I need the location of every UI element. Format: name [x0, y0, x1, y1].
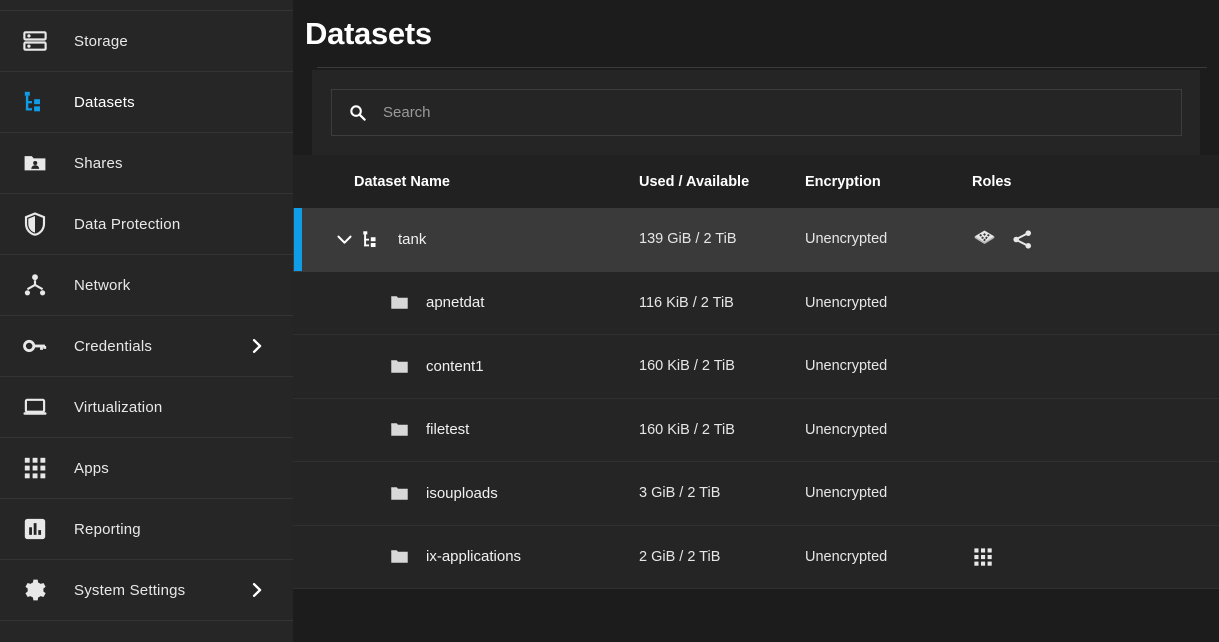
sidebar-item-label: System Settings — [74, 581, 186, 599]
cell-encryption: Unencrypted — [805, 485, 888, 502]
apps-grid-icon[interactable] — [972, 546, 994, 568]
truenas-datasets-page: Storage Datasets Shares Data Protection Netw… — [0, 0, 1219, 642]
sidebar-item-system-settings[interactable]: System Settings — [0, 560, 293, 621]
cell-used-available: 116 KiB / 2 TiB — [639, 294, 734, 311]
dataset-diamond-icon[interactable] — [972, 227, 997, 252]
table-header-row: Dataset Name Used / Available Encryption… — [293, 155, 1219, 208]
table-row[interactable]: tank 139 GiB / 2 TiB Unencrypted — [293, 208, 1219, 272]
folder-icon — [389, 292, 415, 313]
dataset-name-label: apnetdat — [426, 294, 485, 312]
reporting-chart-icon — [18, 516, 52, 542]
sidebar-item-network[interactable]: Network — [0, 255, 293, 316]
table-body: tank 139 GiB / 2 TiB Unencrypted apnetdat 11… — [293, 208, 1219, 589]
share-icon[interactable] — [1011, 228, 1034, 251]
datasets-table: Dataset Name Used / Available Encryption… — [293, 155, 1219, 589]
search-box[interactable] — [331, 89, 1182, 136]
sidebar-item-data-protection[interactable]: Data Protection — [0, 194, 293, 255]
cell-dataset-name: apnetdat — [301, 292, 639, 313]
table-row[interactable]: content1 160 KiB / 2 TiB Unencrypted — [293, 335, 1219, 399]
dataset-name-label: tank — [398, 230, 427, 248]
sidebar-item-label: Shares — [74, 154, 123, 172]
dataset-name-label: content1 — [426, 357, 484, 375]
sidebar-item-label: Reporting — [74, 520, 141, 538]
sidebar-item-shares[interactable]: Shares — [0, 133, 293, 194]
cell-used-available: 2 GiB / 2 TiB — [639, 548, 721, 565]
dataset-name-label: isouploads — [426, 484, 498, 502]
cell-roles — [972, 546, 1112, 568]
chevron-down-icon[interactable] — [327, 230, 361, 249]
column-header-encryption[interactable]: Encryption — [805, 174, 972, 190]
cell-dataset-name: ix-applications — [301, 546, 639, 567]
column-header-dataset-name[interactable]: Dataset Name — [301, 174, 639, 190]
folder-icon — [389, 546, 415, 567]
cell-used-available: 139 GiB / 2 TiB — [639, 231, 737, 248]
folder-icon — [389, 356, 415, 377]
page-header: Datasets — [293, 0, 1219, 70]
chevron-right-icon[interactable] — [248, 582, 265, 599]
cell-encryption: Unencrypted — [805, 294, 888, 311]
shield-icon — [18, 211, 52, 237]
cell-encryption: Unencrypted — [805, 548, 888, 565]
sidebar-item-label: Data Protection — [74, 215, 181, 233]
table-row[interactable]: ix-applications 2 GiB / 2 TiB Unencrypted — [293, 525, 1219, 589]
gear-icon — [18, 577, 52, 603]
folder-icon — [389, 419, 415, 440]
sidebar-item-label: Network — [74, 276, 131, 294]
cell-used-available: 160 KiB / 2 TiB — [639, 358, 735, 375]
main-content: Datasets Dataset Name Used — [293, 0, 1219, 642]
sidebar-item-apps[interactable]: Apps — [0, 438, 293, 499]
sidebar-item-label: Apps — [74, 459, 109, 477]
header-divider — [317, 67, 1207, 68]
sidebar-item-credentials[interactable]: Credentials — [0, 316, 293, 377]
page-title: Datasets — [305, 16, 432, 51]
sidebar-item-label: Storage — [74, 32, 128, 50]
table-row[interactable]: filetest 160 KiB / 2 TiB Unencrypted — [293, 398, 1219, 462]
cell-used-available: 3 GiB / 2 TiB — [639, 485, 721, 502]
chevron-right-icon[interactable] — [248, 338, 265, 355]
sidebar-item-storage[interactable]: Storage — [0, 11, 293, 72]
dataset-name-label: filetest — [426, 421, 470, 439]
column-header-roles[interactable]: Roles — [972, 174, 1112, 190]
sidebar-item-label: Credentials — [74, 337, 153, 355]
folder-icon — [389, 483, 415, 504]
search-icon — [348, 103, 367, 122]
sidebar-top-divider — [0, 0, 293, 11]
table-row[interactable]: isouploads 3 GiB / 2 TiB Unencrypted — [293, 462, 1219, 526]
dataset-name-label: ix-applications — [426, 548, 522, 566]
row-selected-accent-bar — [294, 208, 302, 271]
cell-roles — [972, 227, 1112, 252]
storage-icon — [18, 28, 52, 54]
shares-folder-icon — [18, 150, 52, 176]
apps-grid-icon — [18, 455, 52, 481]
network-icon — [18, 272, 52, 298]
search-section — [312, 70, 1200, 155]
sidebar-item-label: Datasets — [74, 93, 135, 111]
table-row[interactable]: apnetdat 116 KiB / 2 TiB Unencrypted — [293, 271, 1219, 335]
cell-encryption: Unencrypted — [805, 421, 888, 438]
sidebar-item-datasets[interactable]: Datasets — [0, 72, 293, 133]
cell-dataset-name: content1 — [301, 356, 639, 377]
cell-dataset-name: tank — [301, 229, 639, 250]
cell-dataset-name: filetest — [301, 419, 639, 440]
main-navigation-sidebar: Storage Datasets Shares Data Protection Netw… — [0, 0, 293, 642]
cell-dataset-name: isouploads — [301, 483, 639, 504]
search-input[interactable] — [383, 104, 1181, 121]
cell-encryption: Unencrypted — [805, 358, 888, 375]
key-icon — [18, 333, 52, 359]
sidebar-item-list: Storage Datasets Shares Data Protection Netw… — [0, 11, 293, 621]
datasets-tree-icon — [361, 229, 387, 250]
sidebar-item-label: Virtualization — [74, 398, 163, 416]
cell-used-available: 160 KiB / 2 TiB — [639, 421, 735, 438]
cell-encryption: Unencrypted — [805, 231, 888, 248]
laptop-icon — [18, 394, 52, 420]
column-header-used-available[interactable]: Used / Available — [639, 174, 805, 190]
datasets-tree-icon — [18, 89, 52, 115]
datasets-card — [312, 70, 1200, 155]
sidebar-item-reporting[interactable]: Reporting — [0, 499, 293, 560]
sidebar-item-virtualization[interactable]: Virtualization — [0, 377, 293, 438]
